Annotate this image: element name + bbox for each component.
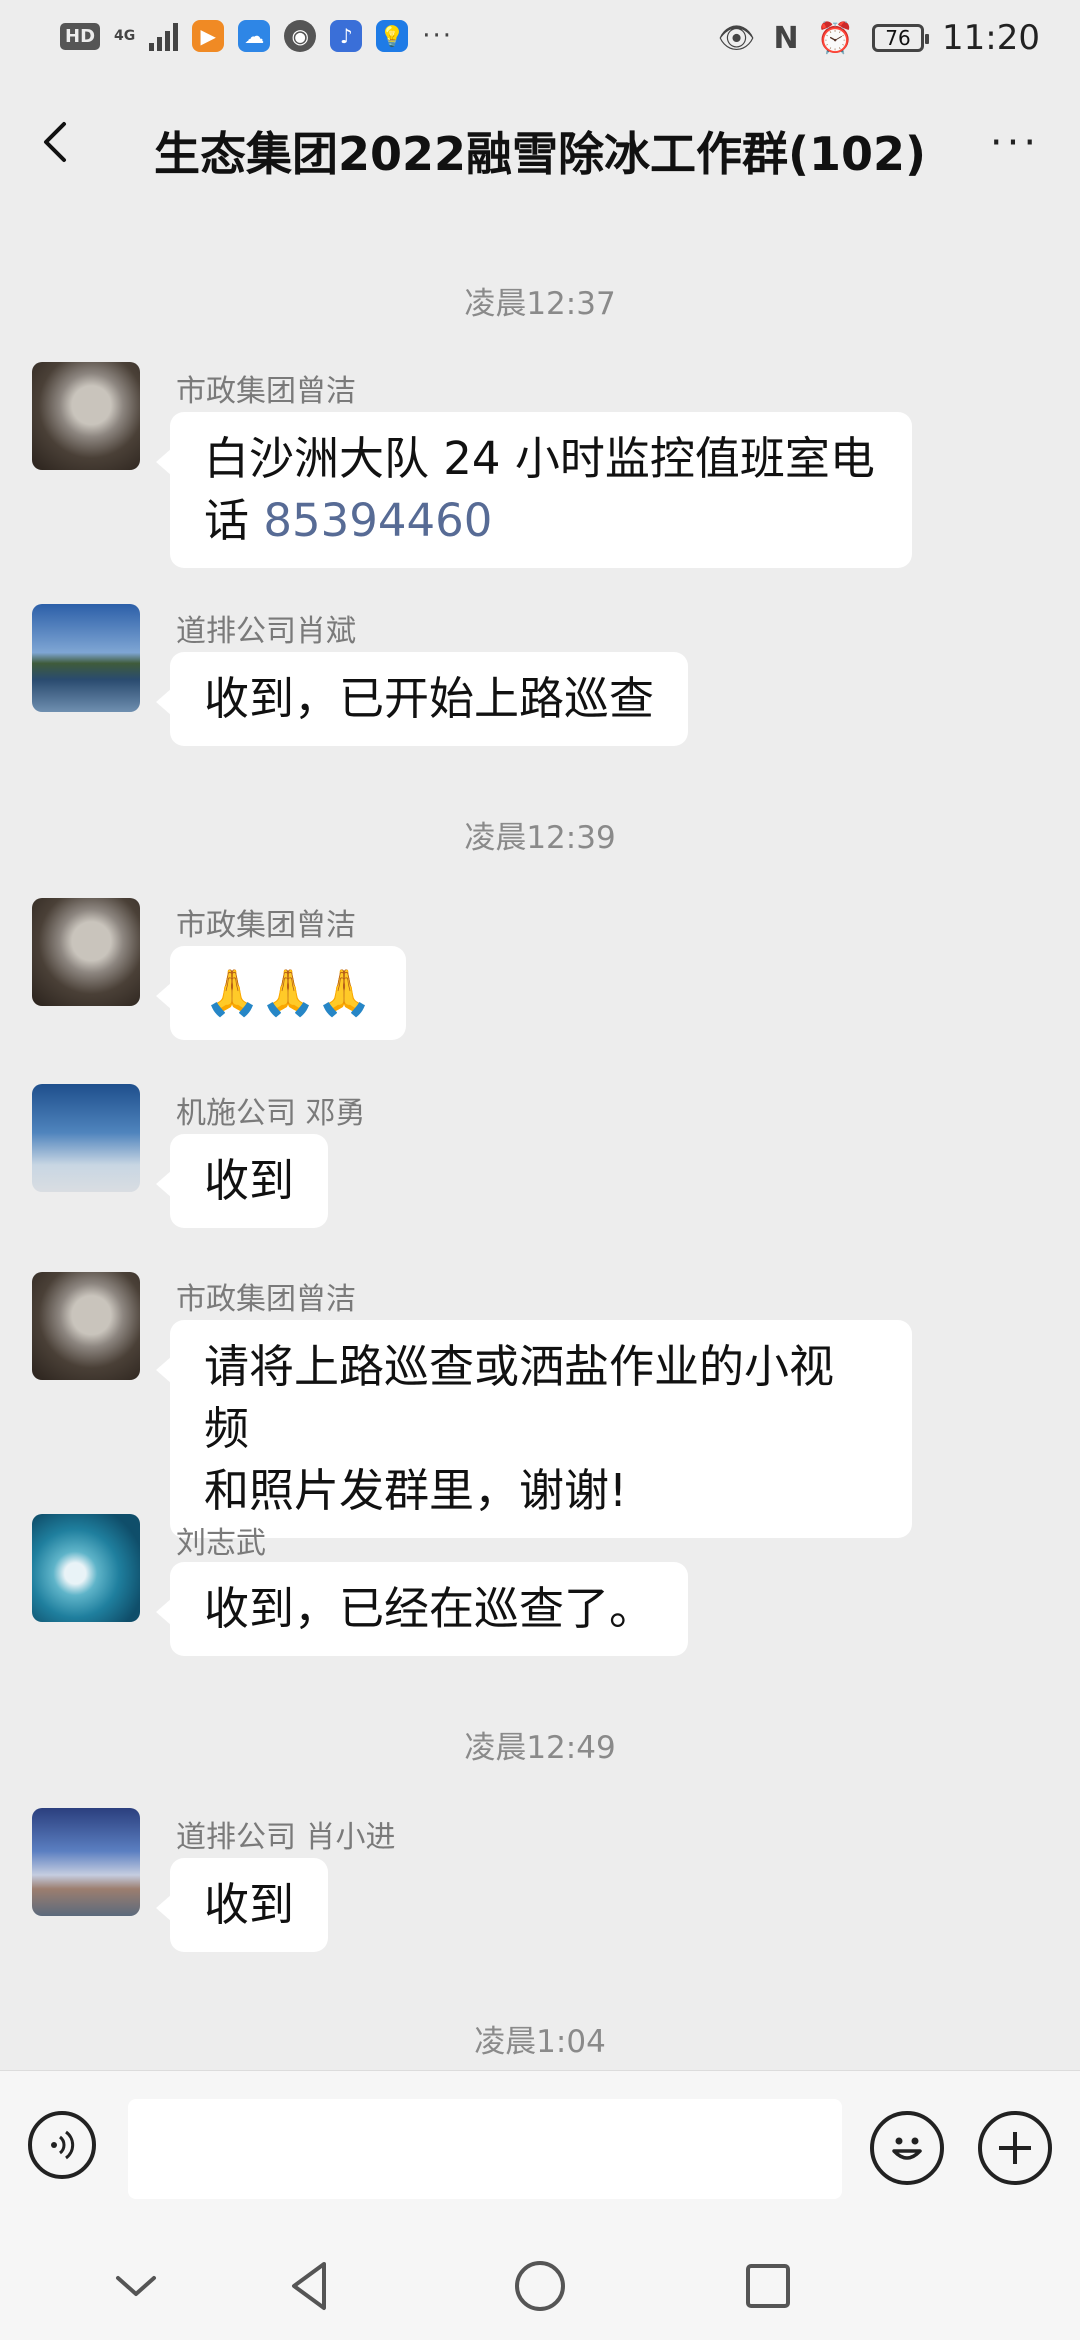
message-line: 白沙洲大队 24 小时监控值班室电 [204,432,875,485]
sender-name: 机施公司 邓勇 [176,1096,366,1131]
clock: 11:20 [942,18,1040,58]
message-line: 话 85394460 [204,490,878,552]
avatar[interactable] [32,604,140,712]
message-text: 收到 [204,1878,295,1931]
plus-button[interactable] [978,2111,1052,2185]
nfc-icon: N [773,20,799,56]
browser-app-icon: ◉ [284,20,317,52]
nav-back-button[interactable] [280,2256,340,2316]
avatar[interactable] [32,1084,140,1192]
message-bubble[interactable]: 请将上路巡查或洒盐作业的小视频 和照片发群里，谢谢! [156,1320,912,1538]
nav-home-button[interactable] [510,2256,570,2316]
more-dots-icon: ··· [989,120,1041,166]
system-nav-bar [0,2230,1080,2340]
message-line: 请将上路巡查或洒盐作业的小视频 [204,1340,835,1455]
hd-indicator: HD [60,22,101,50]
eye-icon: 👁 [717,20,756,56]
home-circle-icon [515,2261,565,2311]
status-left: HD 4G ▶ ☁ ◉ ♪ 💡 ··· [60,20,453,52]
status-right: 👁 N ⏰ 76 11:20 [717,18,1040,58]
video-app-icon: ▶ [192,20,225,52]
message-input[interactable] [128,2099,842,2199]
message-bubble[interactable]: 收到 [155,1858,329,1952]
message-bubble[interactable]: 🙏🙏🙏 [155,946,407,1040]
chat-title: 生态集团2022融雪除冰工作群(102) [153,127,927,181]
timestamp: 凌晨12:49 [464,1730,616,1766]
chat-header: 生态集团2022融雪除冰工作群(102) ··· [0,90,1080,200]
sender-name: 道排公司 肖小进 [176,1820,396,1855]
voice-icon [51,2130,75,2160]
collapse-button[interactable] [106,2256,166,2316]
alarm-icon: ⏰ [816,20,855,56]
battery-icon: 76 [872,24,930,52]
avatar[interactable] [32,1808,140,1916]
message-bubble[interactable]: 收到，已开始上路巡查 [155,652,689,746]
message-bubble[interactable]: 收到 [155,1134,329,1228]
sender-name: 市政集团曾洁 [176,1282,356,1317]
avatar[interactable] [32,1514,140,1622]
avatar[interactable] [32,1272,140,1380]
timestamp: 凌晨12:37 [464,286,616,322]
message-text: 话 [204,494,264,547]
sender-name: 市政集团曾洁 [176,908,356,943]
bulb-app-icon: 💡 [376,20,409,52]
sender-name: 市政集团曾洁 [176,374,356,409]
network-type: 4G [114,28,136,44]
voice-button[interactable] [28,2111,96,2179]
phone-link[interactable]: 85394460 [263,494,492,547]
message-text: 收到，已经在巡查了。 [204,1582,655,1635]
timestamp: 凌晨1:04 [474,2024,606,2060]
message-text: 收到，已开始上路巡查 [204,672,655,725]
timestamp: 凌晨12:39 [464,820,616,856]
emoji-button[interactable] [870,2111,944,2185]
nav-recents-button[interactable] [738,2256,798,2316]
plus-icon [999,2132,1031,2164]
emoji-icon [892,2137,922,2160]
message-line: 和照片发群里，谢谢! [204,1464,628,1517]
message-text: 🙏🙏🙏 [204,966,373,1019]
sender-name: 刘志武 [176,1526,266,1561]
message-bubble[interactable]: 收到，已经在巡查了。 [155,1562,689,1656]
sender-name: 道排公司肖斌 [176,614,356,649]
recents-square-icon [746,2264,790,2308]
avatar[interactable] [32,362,140,470]
more-button[interactable]: ··· [980,120,1050,166]
cloud-app-icon: ☁ [238,20,271,52]
input-bar [0,2070,1080,2231]
collapse-icon [116,2276,156,2296]
more-notifications-icon: ··· [422,21,454,51]
avatar[interactable] [32,898,140,1006]
back-triangle-icon [292,2262,326,2310]
music-app-icon: ♪ [330,20,363,52]
status-bar: HD 4G ▶ ☁ ◉ ♪ 💡 ··· 👁 N ⏰ 76 11:20 [0,0,1080,80]
signal-icon [149,21,179,51]
message-bubble[interactable]: 白沙洲大队 24 小时监控值班室电 话 85394460 [156,412,912,568]
message-text: 收到 [204,1154,295,1207]
